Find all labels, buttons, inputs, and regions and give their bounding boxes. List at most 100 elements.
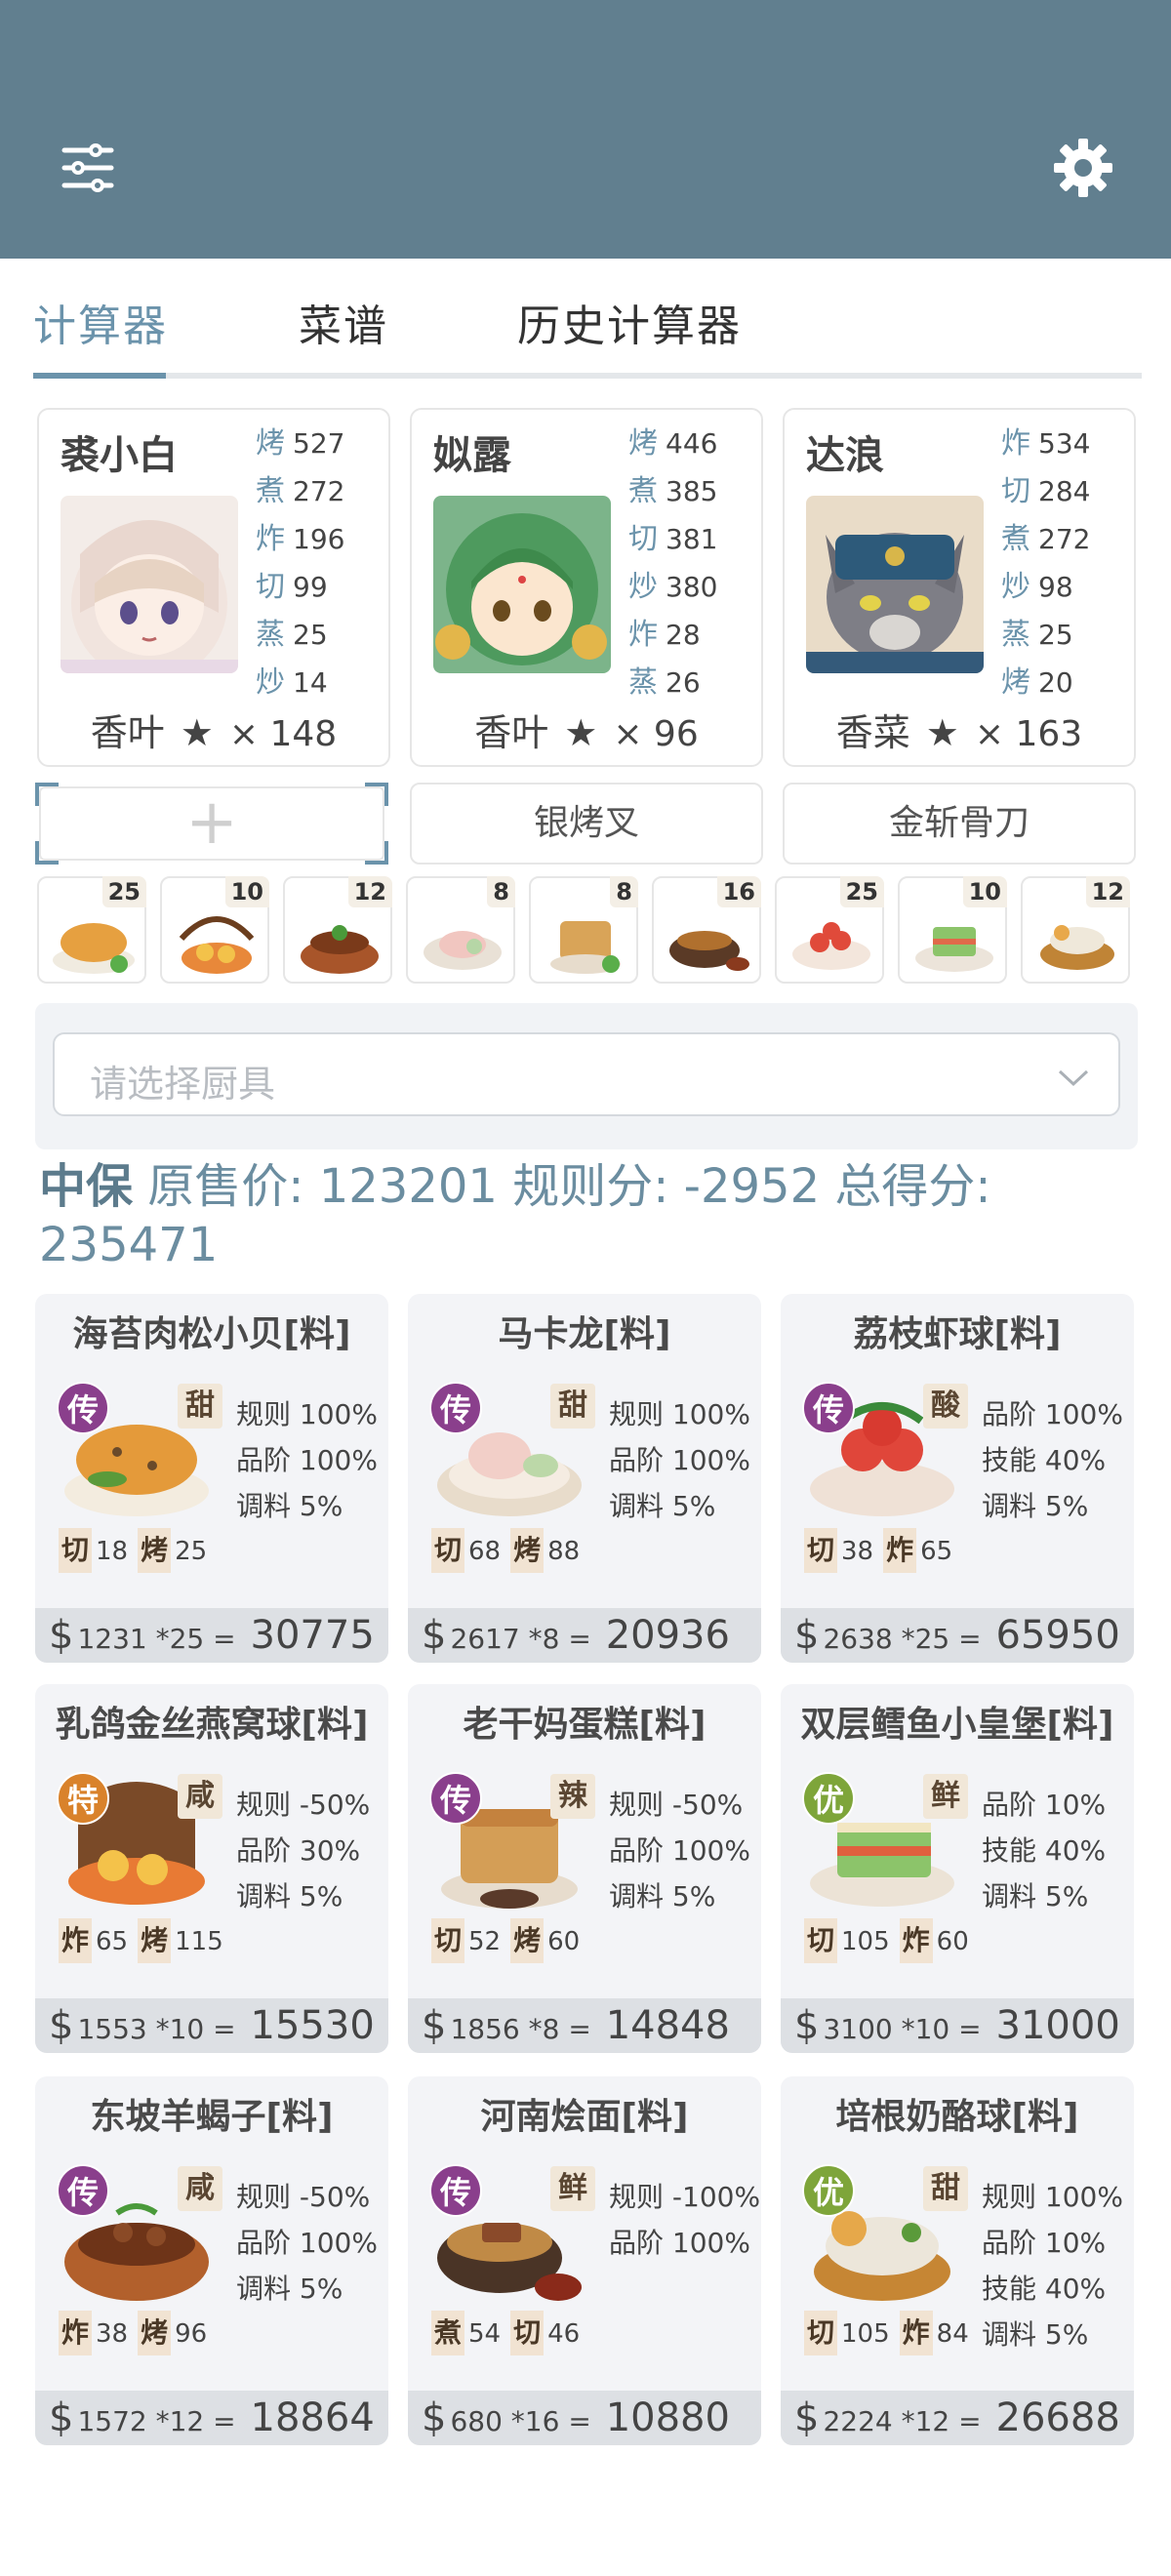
sliders-icon[interactable] (61, 141, 115, 195)
recipe-price: $3100 *10 = 31000 (781, 1998, 1134, 2053)
plus-icon: + (185, 786, 238, 859)
recipe-rule: 品阶 100% (236, 1444, 378, 1476)
chef-skills: 烤 527 煮 272 炸 196 切 99 蒸 25 炒 14 (256, 426, 345, 700)
mini-dish[interactable]: 12 (283, 876, 392, 984)
skill-requirement: 烤 96 (138, 2311, 207, 2355)
recipe-price: $1553 *10 = 15530 (35, 1998, 388, 2053)
skill-type: 烤 (510, 1528, 545, 1573)
unit-price: 2617 *8 (450, 1623, 560, 1655)
total-price: 20936 (605, 1613, 730, 1658)
recipe-rule: 规则 100% (982, 2181, 1123, 2213)
mini-dish[interactable]: 8 (406, 876, 515, 984)
recipe-rule: 品阶 30% (236, 1834, 361, 1867)
skill-requirement: 烤 25 (138, 1528, 208, 1573)
recipe-rules: 规则 -100% 品阶 100% (609, 2174, 760, 2266)
gear-icon[interactable] (1052, 137, 1114, 199)
recipe-rule: 调料 5% (982, 1490, 1089, 1522)
skill-requirement: 烤 60 (510, 1918, 580, 1963)
recipe-rules: 品阶 10% 技能 40% 调料 5% (982, 1782, 1106, 1919)
currency-icon: $ (794, 2395, 820, 2440)
recipe-needs: 炸 65 烤 115 (59, 1918, 233, 1963)
mini-dish[interactable]: 12 (1021, 876, 1130, 984)
add-tool-button[interactable]: + (35, 783, 388, 865)
skill-requirement: 炸 60 (899, 1918, 969, 1963)
skill-value: 105 (841, 2319, 890, 2349)
skill-type: 炸 (59, 1918, 93, 1963)
rank-badge: 优 (802, 1772, 855, 1825)
recipe-rules: 品阶 100% 技能 40% 调料 5% (982, 1391, 1123, 1529)
recipe-needs: 切 52 烤 60 (431, 1918, 589, 1963)
recipe-price: $2224 *12 = 26688 (781, 2391, 1134, 2445)
skill-value: 60 (936, 1927, 969, 1956)
chef-skills: 烤 446 煮 385 切 381 炒 380 炸 28 蒸 26 (628, 426, 718, 700)
rank-badge: 传 (429, 1382, 482, 1434)
mini-dish[interactable]: 25 (775, 876, 884, 984)
skill-type: 炸 (899, 2311, 933, 2355)
tab-history[interactable]: 历史计算器 (517, 291, 742, 353)
recipe-rule: 规则 100% (609, 1398, 750, 1430)
recipe-price: $1572 *12 = 18864 (35, 2391, 388, 2445)
skill-value: 25 (175, 1537, 208, 1566)
skill-value: 84 (936, 2319, 969, 2349)
recipe-price: $1231 *25 = 30775 (35, 1608, 388, 1663)
recipe-needs: 炸 38 烤 96 (59, 2311, 217, 2355)
mini-dish[interactable]: 10 (160, 876, 269, 984)
recipe-rule: 技能 40% (982, 1444, 1107, 1476)
recipe-card[interactable]: 双层鳕鱼小皇堡[料] 优鲜品阶 10% 技能 40% 调料 5% 切 105 炸 60 $310… (781, 1684, 1134, 2053)
recipe-title: 东坡羊蝎子[料] (90, 2097, 334, 2137)
skill-requirement: 煮 54 (431, 2311, 502, 2355)
currency-icon: $ (49, 2395, 74, 2440)
skill-requirement: 炸 65 (883, 1528, 952, 1573)
skill-type: 煮 (431, 2311, 465, 2355)
recipe-rule: 调料 5% (236, 2273, 343, 2305)
flavor-tag: 咸 (178, 1774, 222, 1819)
unit-price: 1231 *25 (77, 1623, 205, 1655)
chef-name: 达浪 (806, 433, 884, 478)
recipe-card[interactable]: 马卡龙[料] 传甜规则 100% 品阶 100% 调料 5% 切 68 烤 88 $2617 *… (408, 1294, 761, 1663)
recipe-rules: 规则 -50% 品阶 100% 调料 5% (609, 1782, 750, 1919)
tab-calculator[interactable]: 计算器 (33, 291, 168, 353)
recipe-rule: 规则 -50% (236, 2181, 371, 2213)
chef-name: 裘小白 (61, 433, 178, 478)
recipe-needs: 切 38 炸 65 (804, 1528, 962, 1573)
skill-requirement: 切 46 (510, 2311, 580, 2355)
recipe-rules: 规则 -50% 品阶 30% 调料 5% (236, 1782, 370, 1919)
tab-active-indicator (33, 373, 166, 379)
chef-card[interactable]: 裘小白 烤 527 煮 272 炸 196 切 99 蒸 25 炒 14 香叶 ★ × 148 (37, 408, 390, 767)
chef-portrait (806, 496, 984, 673)
tab-bar: 计算器 菜谱 历史计算器 (33, 283, 1142, 381)
chef-card[interactable]: 达浪 炸 534 切 284 煮 272 炒 98 蒸 25 烤 20 香菜 ★ × 163 (783, 408, 1136, 767)
mini-dish[interactable]: 10 (898, 876, 1007, 984)
skill-type: 烤 (138, 1918, 172, 1963)
recipe-card[interactable]: 培根奶酪球[料] 优甜规则 100% 品阶 10% 技能 40% 调料 5% 切 105 炸 8… (781, 2076, 1134, 2445)
recipe-rule: 品阶 100% (609, 1444, 750, 1476)
skill-requirement: 切 38 (804, 1528, 873, 1573)
chevron-down-icon (1058, 1069, 1089, 1087)
chef-card[interactable]: 姒露 烤 446 煮 385 切 381 炒 380 炸 28 蒸 26 香叶 ★ × 96 (410, 408, 763, 767)
skill-value: 54 (468, 2319, 502, 2349)
recipe-title: 马卡龙[料] (498, 1314, 671, 1354)
unit-price: 1553 *10 (77, 2013, 205, 2045)
flavor-tag: 咸 (178, 2166, 222, 2211)
recipe-card[interactable]: 荔枝虾球[料] 传酸品阶 100% 技能 40% 调料 5% 切 38 炸 65 $2638 *… (781, 1294, 1134, 1663)
rank-badge: 传 (429, 1772, 482, 1825)
skill-requirement: 切 68 (431, 1528, 501, 1573)
equipment-select[interactable]: 请选择厨具 (53, 1032, 1120, 1116)
recipe-card[interactable]: 东坡羊蝎子[料] 传咸规则 -50% 品阶 100% 调料 5% 炸 38 烤 96 $1572… (35, 2076, 388, 2445)
tab-recipes[interactable]: 菜谱 (299, 291, 388, 353)
flavor-tag: 甜 (178, 1384, 222, 1429)
recipe-card[interactable]: 老干妈蛋糕[料] 传辣规则 -50% 品阶 100% 调料 5% 切 52 烤 60 $1856… (408, 1684, 761, 2053)
tool-slot-silver-fork[interactable]: 银烤叉 (410, 783, 763, 865)
recipe-card[interactable]: 海苔肉松小贝[料] 传甜规则 100% 品阶 100% 调料 5% 切 18 烤 25 $123… (35, 1294, 388, 1663)
currency-icon: $ (422, 2003, 447, 2048)
tool-slot-gold-cleaver[interactable]: 金斩骨刀 (783, 783, 1136, 865)
unit-price: 1572 *12 (77, 2405, 205, 2437)
recipe-rules: 规则 100% 品阶 10% 技能 40% 调料 5% (982, 2174, 1123, 2357)
mini-dish[interactable]: 8 (529, 876, 638, 984)
recipe-rule: 调料 5% (609, 1490, 716, 1522)
recipe-card[interactable]: 乳鸽金丝燕窝球[料] 特咸规则 -50% 品阶 30% 调料 5% 炸 65 烤 115 $15… (35, 1684, 388, 2053)
recipe-rules: 规则 -50% 品阶 100% 调料 5% (236, 2174, 378, 2312)
recipe-card[interactable]: 河南烩面[料] 传鲜规则 -100% 品阶 100% 煮 54 切 46 $680 *16 =… (408, 2076, 761, 2445)
mini-dish[interactable]: 25 (37, 876, 146, 984)
mini-dish[interactable]: 16 (652, 876, 761, 984)
